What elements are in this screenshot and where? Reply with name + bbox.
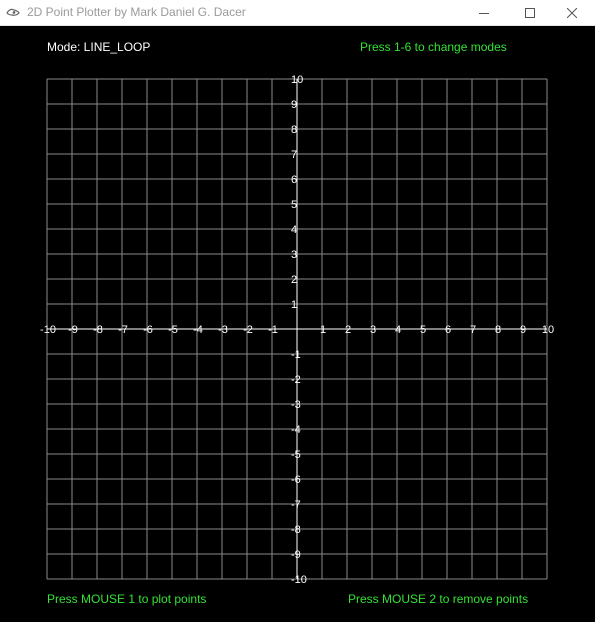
y-tick-label: -7 xyxy=(291,499,301,511)
y-tick-label: 7 xyxy=(291,149,297,161)
x-tick-label: 5 xyxy=(420,324,426,336)
x-tick-label: 6 xyxy=(445,324,451,336)
x-tick-label: -6 xyxy=(143,324,153,336)
y-tick-label: 3 xyxy=(291,249,297,261)
y-tick-label: -4 xyxy=(291,424,301,436)
x-tick-label: 7 xyxy=(470,324,476,336)
x-tick-label: 3 xyxy=(370,324,376,336)
y-tick-label: 5 xyxy=(291,199,297,211)
x-tick-label: 8 xyxy=(495,324,501,336)
x-tick-label: -1 xyxy=(268,324,278,336)
x-tick-label: -8 xyxy=(93,324,103,336)
y-tick-label: 2 xyxy=(291,274,297,286)
y-tick-label: -1 xyxy=(291,349,301,361)
y-tick-label: -9 xyxy=(291,549,301,561)
y-tick-label: -8 xyxy=(291,524,301,536)
y-tick-label: 6 xyxy=(291,174,297,186)
y-tick-label: -6 xyxy=(291,474,301,486)
y-tick-label: -2 xyxy=(291,374,301,386)
y-tick-label: 1 xyxy=(291,299,297,311)
x-tick-label: 4 xyxy=(395,324,401,336)
x-tick-label: 1 xyxy=(320,324,326,336)
y-tick-label: 9 xyxy=(291,99,297,111)
x-tick-label: -9 xyxy=(68,324,78,336)
y-tick-label: 4 xyxy=(291,224,297,236)
remove-points-hint: Press MOUSE 2 to remove points xyxy=(348,592,529,606)
y-tick-label: -10 xyxy=(291,574,307,586)
coordinate-grid[interactable]: -10 -9 -8 -7 -6 -5 -4 -3 -2 -1 1 2 3 4 5 6 7 8 9 10 10 9 8 7 6 5 4… xyxy=(0,0,595,622)
y-tick-label: -5 xyxy=(291,449,301,461)
modes-hint: Press 1-6 to change modes xyxy=(360,40,507,54)
x-tick-label: 2 xyxy=(345,324,351,336)
x-tick-label: -10 xyxy=(40,324,56,336)
app-window: 2D Point Plotter by Mark Daniel G. Dacer… xyxy=(0,0,595,622)
x-tick-label: -5 xyxy=(168,324,178,336)
x-tick-label: 10 xyxy=(542,324,554,336)
mode-label: Mode: LINE_LOOP xyxy=(47,40,151,54)
y-tick-label: 8 xyxy=(291,124,297,136)
x-tick-label: 9 xyxy=(520,324,526,336)
x-tick-label: -2 xyxy=(243,324,253,336)
plot-points-hint: Press MOUSE 1 to plot points xyxy=(47,592,207,606)
y-tick-label: -3 xyxy=(291,399,301,411)
x-tick-label: -4 xyxy=(193,324,203,336)
x-tick-label: -7 xyxy=(118,324,128,336)
y-tick-label: 10 xyxy=(291,74,303,86)
x-tick-label: -3 xyxy=(218,324,228,336)
